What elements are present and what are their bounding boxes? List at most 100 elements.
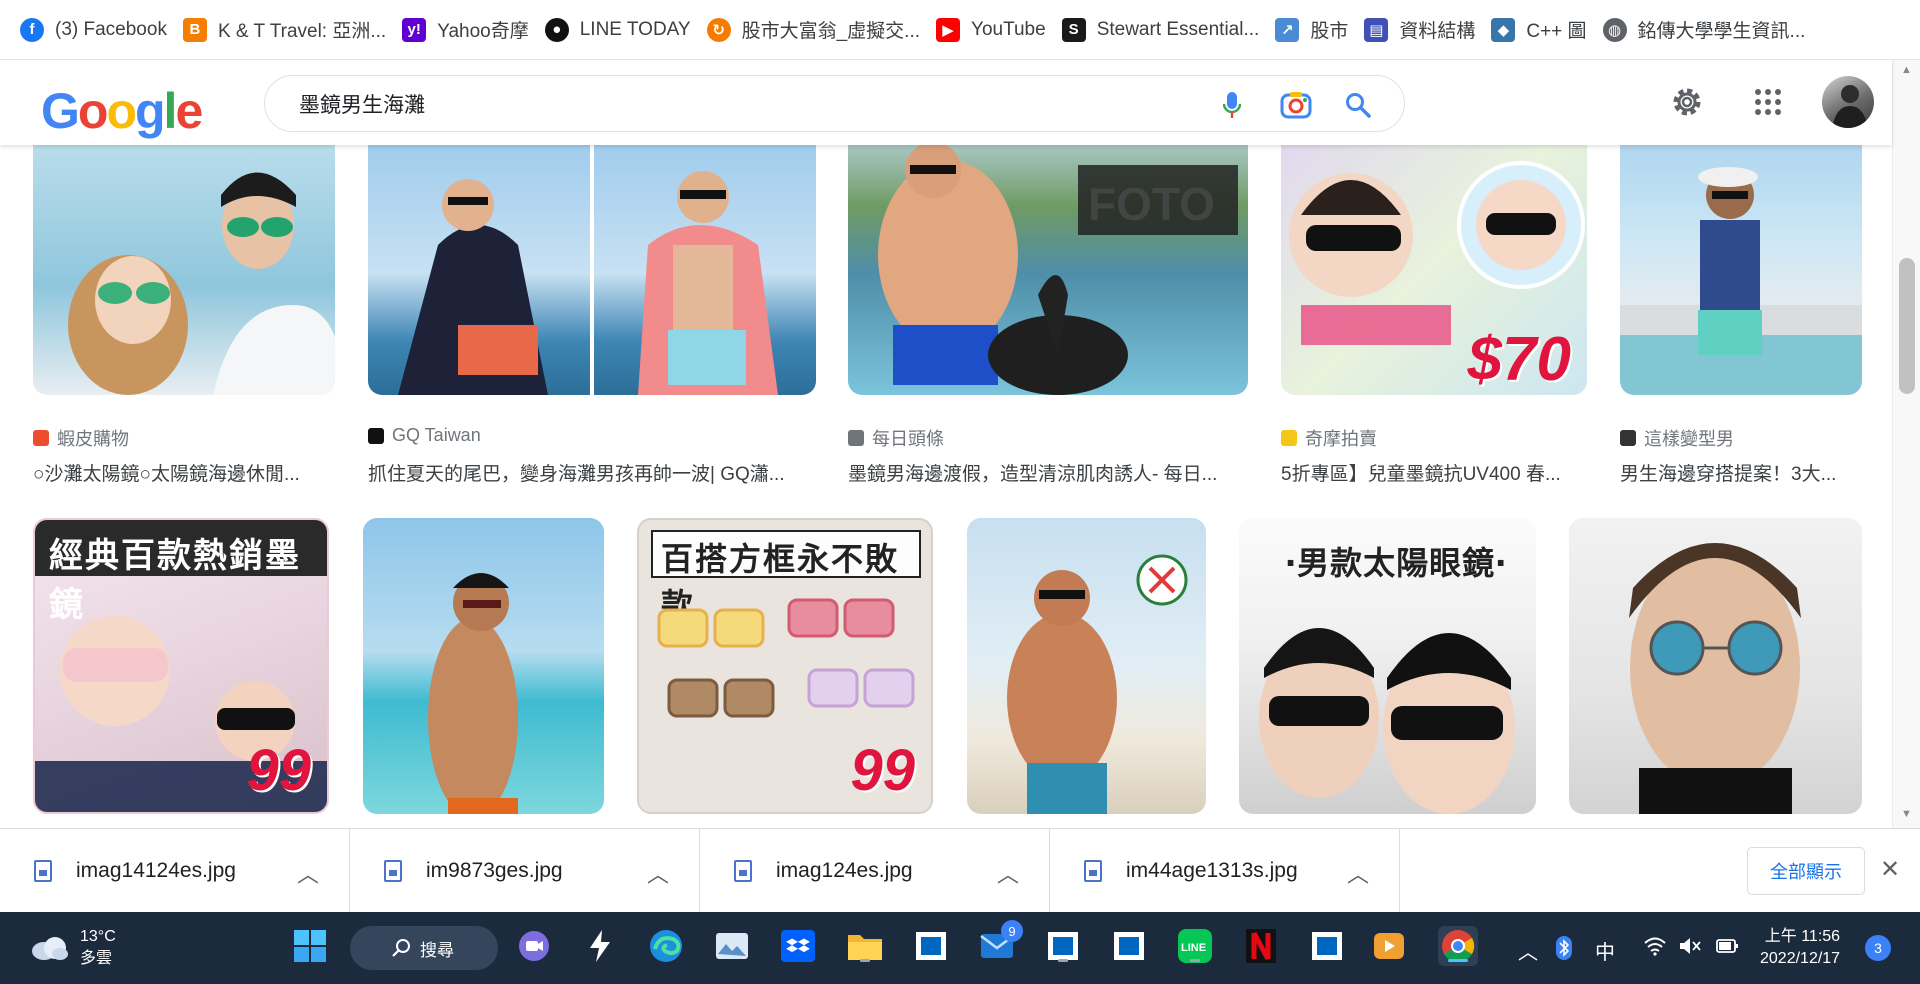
search-input[interactable]	[299, 90, 1199, 118]
bookmark-item[interactable]: B K & T Travel: 亞洲...	[181, 10, 400, 50]
result-image[interactable]	[967, 518, 1206, 814]
result-source[interactable]: 蝦皮購物	[33, 425, 129, 451]
scroll-down-arrow-icon[interactable]: ▼	[1901, 808, 1912, 820]
download-options-chevron-icon[interactable]: ︿	[997, 857, 1019, 889]
download-options-chevron-icon[interactable]: ︿	[297, 857, 319, 889]
line-app-icon[interactable]: LINE	[1175, 926, 1215, 966]
bookmark-label: C++ 圖	[1526, 21, 1587, 42]
bookmark-item[interactable]: ▶ YouTube	[934, 10, 1060, 50]
cloudy-weather-icon	[32, 937, 68, 960]
result-image[interactable]: ‧男款太陽眼鏡‧	[1239, 518, 1536, 814]
bookmark-item[interactable]: ◍ 銘傳大學學生資訊...	[1601, 10, 1820, 50]
microphone-icon[interactable]	[1215, 88, 1249, 122]
stewart-icon: S	[1061, 17, 1086, 42]
image-file-icon	[1084, 860, 1102, 882]
bookmark-item[interactable]: ↻ 股市大富翁_虛擬交...	[705, 10, 934, 50]
logo-letter: l	[163, 83, 178, 139]
result-image[interactable]: 經典百款熱銷墨鏡 99	[33, 518, 329, 814]
page-scrollbar[interactable]: ▲ ▼	[1892, 60, 1920, 828]
result-image[interactable]	[363, 518, 604, 814]
result-image[interactable]: 百搭方框永不敗款 99	[637, 518, 933, 814]
download-item[interactable]: im44age1313s.jpg ︿	[1050, 829, 1400, 913]
result-source[interactable]: 這樣變型男	[1620, 425, 1734, 451]
account-avatar[interactable]	[1822, 76, 1874, 128]
window-app-icon[interactable]	[911, 926, 951, 966]
bluetooth-icon[interactable]	[1556, 936, 1572, 966]
line-today-icon: ●	[544, 17, 569, 42]
apps-grid-icon[interactable]	[1746, 80, 1790, 124]
scrollbar-thumb[interactable]	[1899, 258, 1915, 394]
result-image[interactable]	[368, 145, 816, 395]
file-explorer-icon[interactable]	[845, 926, 885, 966]
result-title[interactable]: 抓住夏天的尾巴，變身海灘男孩再帥一波| GQ瀟...	[368, 459, 826, 486]
result-image[interactable]: $70	[1281, 145, 1587, 395]
scroll-up-arrow-icon[interactable]: ▲	[1901, 64, 1912, 76]
result-title[interactable]: ○沙灘太陽鏡○太陽鏡海邊休閒...	[33, 459, 345, 486]
google-logo[interactable]: Google	[41, 82, 203, 140]
bookmark-item[interactable]: ▤ 資料結構	[1362, 10, 1489, 50]
battery-charging-icon[interactable]	[1714, 936, 1740, 962]
bookmark-label: Stewart Essential...	[1096, 18, 1260, 40]
result-image[interactable]	[1569, 518, 1862, 814]
price-tag: 99	[246, 738, 311, 803]
search-icon[interactable]	[1341, 88, 1375, 122]
result-title[interactable]: 男生海邊穿搭提案！3大...	[1620, 459, 1872, 486]
result-title[interactable]: 5折專區】兒童墨鏡抗UV400 春...	[1281, 459, 1597, 486]
input-method-indicator[interactable]: 中	[1595, 936, 1615, 965]
facebook-icon: f	[20, 17, 44, 42]
download-filename: im9873ges.jpg	[426, 859, 563, 882]
taskbar-search[interactable]: 搜尋	[350, 926, 498, 970]
shopee-icon	[33, 430, 49, 446]
download-filename: imag14124es.jpg	[76, 859, 236, 882]
bookmark-item[interactable]: ◆ C++ 圖	[1489, 10, 1600, 50]
window-app-icon[interactable]	[1307, 926, 1347, 966]
result-source[interactable]: GQ Taiwan	[368, 425, 481, 446]
result-image[interactable]	[33, 145, 335, 395]
download-options-chevron-icon[interactable]: ︿	[1347, 857, 1369, 889]
form-icon: ▤	[1364, 17, 1389, 42]
photos-app-icon[interactable]	[712, 926, 752, 966]
show-all-downloads-button[interactable]: 全部顯示	[1747, 847, 1865, 895]
bookmark-label: K & T Travel: 亞洲...	[217, 21, 387, 42]
close-download-bar-icon[interactable]: ✕	[1880, 855, 1900, 884]
mail-unread-badge: 9	[1001, 920, 1023, 942]
show-hidden-icons-chevron-icon[interactable]: ︿	[1518, 936, 1538, 965]
window-app-icon[interactable]	[1043, 926, 1083, 966]
dropbox-icon[interactable]	[778, 926, 818, 966]
volume-muted-icon[interactable]	[1678, 936, 1702, 962]
weather-description: 多雲	[80, 950, 113, 967]
window-app-icon[interactable]	[1109, 926, 1149, 966]
mail-app-icon[interactable]: 9	[977, 920, 1023, 966]
globe-icon	[848, 430, 864, 446]
download-item[interactable]: imag124es.jpg ︿	[700, 829, 1050, 913]
camera-lens-icon[interactable]	[1279, 88, 1313, 122]
download-item[interactable]: im9873ges.jpg ︿	[350, 829, 700, 913]
result-source[interactable]: 每日頭條	[848, 425, 944, 451]
wifi-icon[interactable]	[1643, 936, 1667, 962]
netflix-icon[interactable]	[1241, 926, 1281, 966]
bookmark-item[interactable]: ● LINE TODAY	[543, 10, 705, 50]
bookmark-item[interactable]: S Stewart Essential...	[1060, 10, 1274, 50]
result-source[interactable]: 奇摩拍賣	[1281, 425, 1377, 451]
result-image[interactable]: FOTO	[848, 145, 1248, 395]
globe-icon: ◍	[1602, 17, 1627, 42]
notification-count-badge[interactable]: 3	[1865, 935, 1891, 961]
meet-chat-icon[interactable]	[514, 926, 554, 966]
media-player-icon[interactable]	[1369, 926, 1409, 966]
download-options-chevron-icon[interactable]: ︿	[647, 857, 669, 889]
start-windows-icon[interactable]	[290, 926, 330, 966]
weather-widget[interactable]: 13°C 多雲	[30, 926, 116, 970]
result-title[interactable]: 墨鏡男海邊渡假，造型清涼肌肉誘人- 每日...	[848, 459, 1258, 486]
edge-browser-icon[interactable]	[646, 926, 686, 966]
system-clock[interactable]: 上午 11:56 2022/12/17	[1760, 926, 1840, 970]
chrome-browser-icon[interactable]	[1438, 926, 1478, 966]
settings-gear-icon[interactable]	[1665, 80, 1709, 124]
bookmark-label: 資料結構	[1399, 21, 1476, 42]
bookmark-item[interactable]: y! Yahoo奇摩	[400, 10, 543, 50]
lightning-app-icon[interactable]	[580, 926, 620, 966]
bookmark-label: YouTube	[971, 18, 1046, 40]
bookmark-item[interactable]: f (3) Facebook	[18, 10, 181, 50]
download-item[interactable]: imag14124es.jpg ︿	[0, 829, 350, 913]
bookmark-item[interactable]: ↗ 股市	[1273, 10, 1362, 50]
result-image[interactable]	[1620, 145, 1862, 395]
